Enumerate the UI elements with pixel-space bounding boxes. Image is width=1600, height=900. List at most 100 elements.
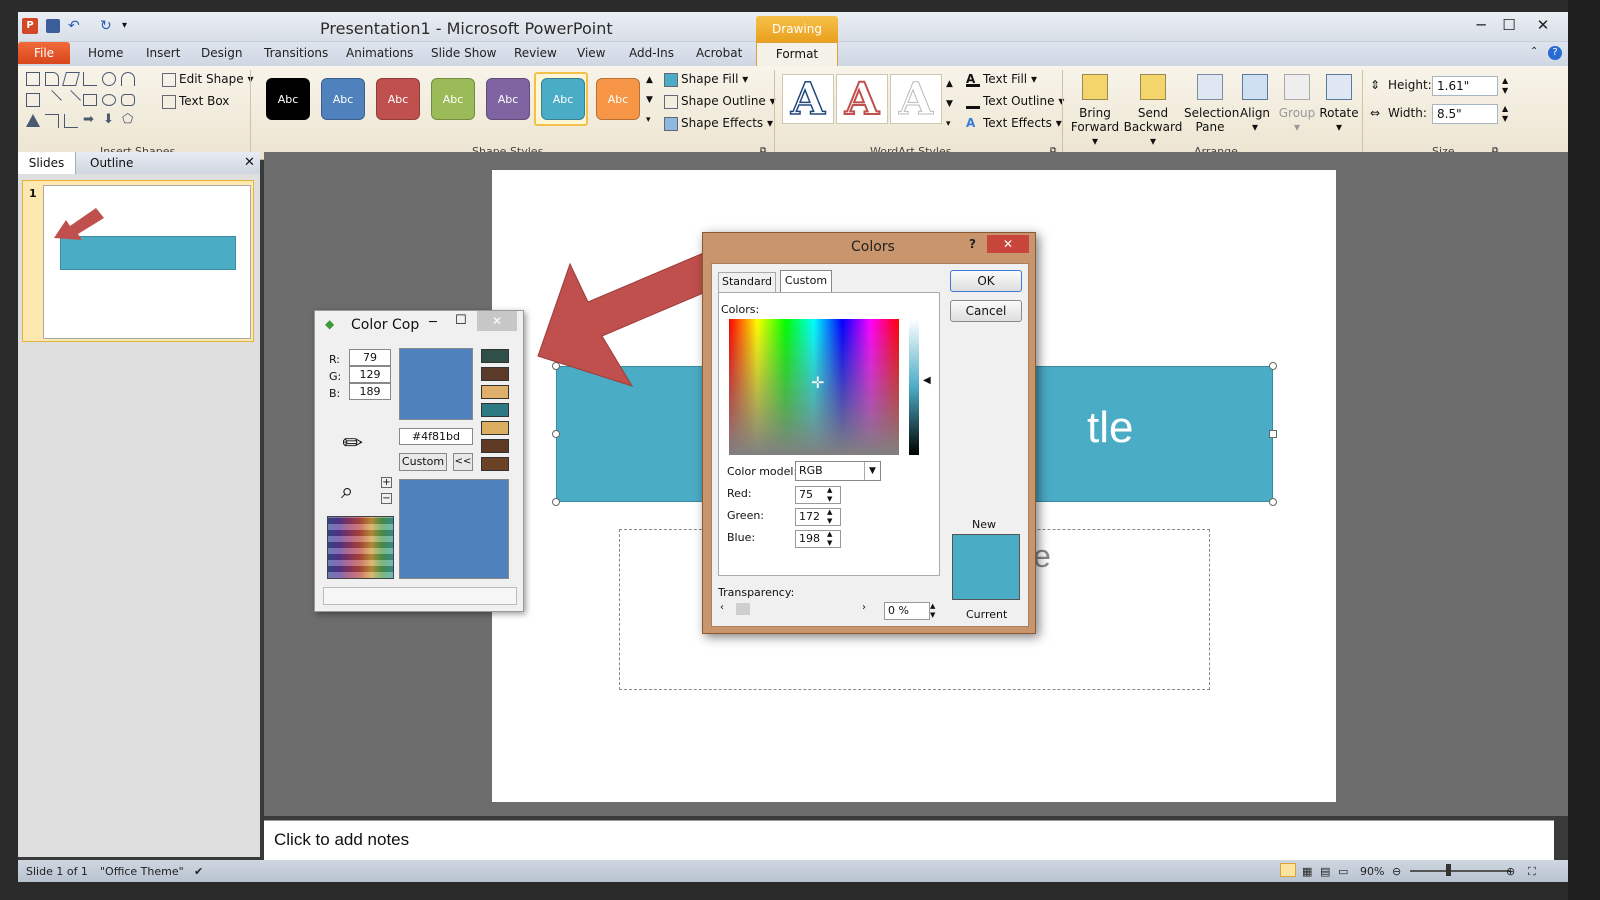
history-swatch[interactable]	[481, 439, 509, 453]
history-swatch[interactable]	[481, 385, 509, 399]
resize-handle[interactable]	[1269, 362, 1277, 370]
g-input[interactable]: 129	[349, 366, 391, 383]
tab-file[interactable]: File	[18, 42, 70, 64]
hex-input[interactable]: #4f81bd	[399, 428, 473, 445]
zoom-minus-button[interactable]: −	[381, 493, 392, 504]
slide-sorter-icon[interactable]: ▦	[1302, 865, 1312, 878]
width-input[interactable]: 8.5"	[1432, 104, 1498, 124]
slide-thumbnail[interactable]: 1	[22, 180, 254, 342]
shape-fill-button[interactable]: Shape Fill ▾	[664, 72, 748, 87]
custom-button[interactable]: Custom	[399, 453, 447, 471]
history-swatch[interactable]	[481, 421, 509, 435]
reading-view-icon[interactable]: ▤	[1320, 865, 1330, 878]
close-panel-icon[interactable]: ✕	[244, 155, 255, 170]
red-input[interactable]: 75	[795, 486, 841, 504]
style-swatch-black[interactable]: Abc	[266, 78, 310, 120]
zoom-out-icon[interactable]: ⊖	[1392, 865, 1401, 878]
zoom-plus-button[interactable]: +	[381, 477, 392, 488]
maximize-button[interactable]: ☐	[1498, 15, 1520, 35]
tab-acrobat[interactable]: Acrobat	[696, 46, 742, 60]
bring-forward-button[interactable]: Bring Forward ▾	[1070, 74, 1120, 148]
group-button[interactable]: Group ▾	[1278, 74, 1316, 134]
fit-slide-icon[interactable]: ⛶	[1528, 865, 1536, 879]
wordart-gallery-scroll-icon[interactable]: ▲ ▼ ▾	[946, 74, 953, 134]
notes-pane[interactable]: Click to add notes	[264, 820, 1554, 860]
redo-icon[interactable]: ↻	[100, 19, 114, 33]
zoom-level[interactable]: 90%	[1360, 865, 1384, 878]
align-button[interactable]: Align ▾	[1238, 74, 1272, 134]
arrow-line-shape-icon[interactable]	[61, 90, 81, 110]
tab-review[interactable]: Review	[514, 46, 557, 60]
text-box-button[interactable]: Text Box	[162, 94, 229, 109]
color-model-select[interactable]: RGB ▼	[795, 461, 881, 481]
style-swatch-red[interactable]: Abc	[376, 78, 420, 120]
height-spinner-icon[interactable]: ▲ ▼	[1502, 76, 1508, 96]
history-swatch[interactable]	[481, 457, 509, 471]
zoom-in-icon[interactable]: ⊕	[1506, 865, 1515, 878]
powerpoint-logo-icon[interactable]: P	[22, 18, 38, 34]
spell-check-icon[interactable]: ✔	[194, 865, 203, 878]
zoom-slider-thumb[interactable]	[1446, 864, 1451, 876]
history-swatch[interactable]	[481, 403, 509, 417]
text-outline-button[interactable]: Text Outline ▾	[966, 94, 1064, 109]
tab-transitions[interactable]: Transitions	[264, 46, 328, 60]
rectangle-2-shape-icon[interactable]	[83, 94, 97, 106]
elbow-connector-shape-icon[interactable]	[45, 114, 59, 128]
r-input[interactable]: 79	[349, 349, 391, 366]
style-swatch-purple[interactable]: Abc	[486, 78, 530, 120]
width-spinner-icon[interactable]: ▲ ▼	[1502, 104, 1508, 124]
freeform-shape-icon[interactable]: ⬠	[122, 112, 133, 127]
style-swatch-aqua[interactable]: Abc	[541, 78, 585, 120]
resize-handle[interactable]	[1269, 430, 1277, 438]
eyedropper-icon[interactable]: ✎	[336, 426, 370, 460]
parallelogram-shape-icon[interactable]	[62, 72, 80, 86]
cc-maximize-button[interactable]: ☐	[455, 313, 467, 328]
resize-handle[interactable]	[1269, 498, 1277, 506]
text-shape-icon[interactable]	[26, 93, 40, 107]
tab-slide-show[interactable]: Slide Show	[431, 46, 496, 60]
style-swatch-orange[interactable]: Abc	[596, 78, 640, 120]
blue-spinner-icon[interactable]: ▲ ▼	[827, 530, 832, 548]
b-input[interactable]: 189	[349, 383, 391, 400]
wordart-outline-red[interactable]: A	[836, 74, 888, 126]
text-fill-button[interactable]: A Text Fill ▾	[966, 72, 1037, 87]
resize-handle[interactable]	[552, 430, 560, 438]
transparency-spinner-icon[interactable]: ▲ ▼	[930, 602, 935, 620]
shape-effects-button[interactable]: Shape Effects ▾	[664, 116, 773, 131]
minimize-button[interactable]: ─	[1470, 15, 1492, 35]
transparency-slider[interactable]: ‹ ›	[720, 602, 870, 616]
triangle-shape-icon[interactable]	[26, 114, 40, 127]
style-swatch-green[interactable]: Abc	[431, 78, 475, 120]
back-button[interactable]: <<	[453, 453, 473, 471]
red-spinner-icon[interactable]: ▲ ▼	[827, 486, 832, 504]
dialog-help-button[interactable]: ?	[969, 237, 976, 251]
resize-handle[interactable]	[552, 498, 560, 506]
tab-animations[interactable]: Animations	[346, 46, 413, 60]
right-arrow-shape-icon[interactable]: ➡	[83, 112, 94, 127]
magnifier-icon[interactable]: ⌕	[341, 479, 353, 504]
l-shape-icon[interactable]	[83, 72, 97, 86]
tab-outline[interactable]: Outline	[90, 156, 133, 170]
tab-standard[interactable]: Standard	[718, 272, 776, 292]
tab-add-ins[interactable]: Add-Ins	[629, 46, 674, 60]
text-effects-button[interactable]: A Text Effects ▾	[966, 116, 1062, 131]
help-icon[interactable]: ?	[1548, 46, 1562, 60]
oval-shape-icon[interactable]	[102, 72, 116, 86]
edit-shape-button[interactable]: Edit Shape ▾	[162, 72, 253, 87]
tab-design[interactable]: Design	[201, 46, 242, 60]
dialog-close-button[interactable]: ✕	[987, 235, 1029, 253]
save-icon[interactable]	[46, 19, 60, 33]
style-swatch-blue[interactable]: Abc	[321, 78, 365, 120]
wordart-outline-blue[interactable]: A	[782, 74, 834, 125]
cc-close-button[interactable]: ✕	[477, 311, 517, 331]
luminance-slider[interactable]	[909, 319, 919, 455]
gallery-scroll-up-icon[interactable]: ▲ ▼ ▾	[646, 70, 653, 130]
customize-qat-icon[interactable]: ▾	[122, 19, 136, 33]
blue-input[interactable]: 198	[795, 530, 841, 548]
send-backward-button[interactable]: Send Backward ▾	[1122, 74, 1184, 148]
line-shape-icon[interactable]	[42, 90, 62, 110]
minimize-ribbon-icon[interactable]: ⌃	[1530, 46, 1538, 57]
transparency-slider-thumb[interactable]	[736, 603, 750, 615]
history-swatch[interactable]	[481, 349, 509, 363]
tab-view[interactable]: View	[577, 46, 605, 60]
